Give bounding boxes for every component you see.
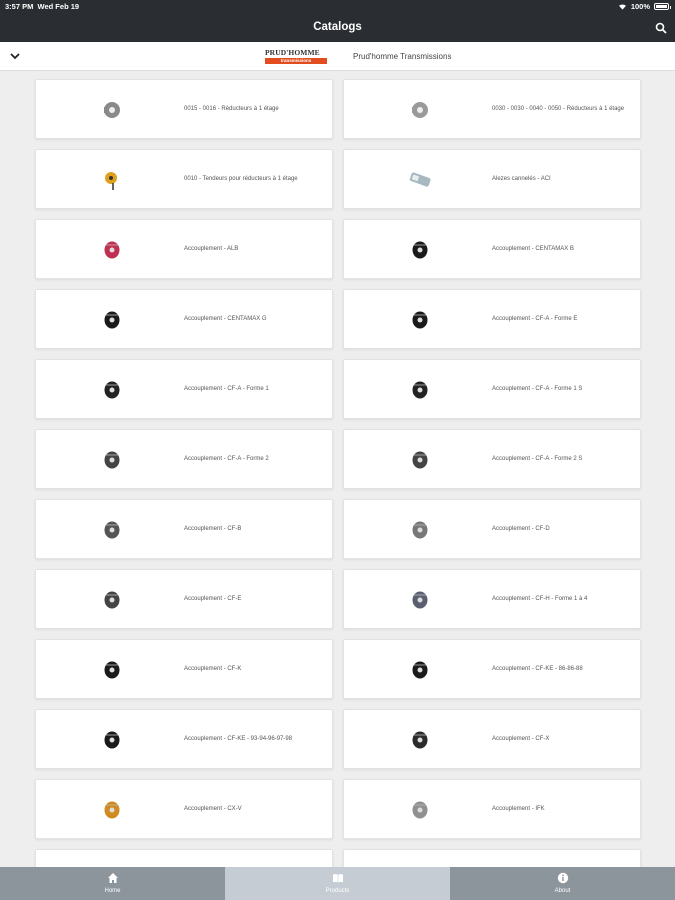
catalog-card[interactable]: Accouplement - CF-K [35, 639, 333, 699]
coupling-icon [412, 241, 428, 259]
tab-home[interactable]: Home [0, 867, 225, 900]
tab-about[interactable]: About [450, 867, 675, 900]
catalog-card-label: Accouplement - IFK [492, 806, 545, 812]
catalog-card-label: Accouplement - CENTAMAX B [492, 246, 574, 252]
coupling-icon [412, 381, 428, 399]
coupling-icon [104, 801, 120, 819]
coupling-icon [104, 311, 120, 329]
catalog-card-label: Accouplement - CF-A - Forme 1 S [492, 386, 583, 392]
catalog-card[interactable]: Accouplement - CF-A - Forme 1 [35, 359, 333, 419]
catalog-card[interactable]: Accouplement - CF-D [343, 499, 641, 559]
catalog-card-label: Accouplement - CF-B [184, 526, 242, 532]
catalog-card-label: Accouplement - CF-K [184, 666, 242, 672]
catalog-card-label: Accouplement - CX-V [184, 806, 242, 812]
brand-name: Prud'homme Transmissions [353, 52, 452, 61]
nav-bar: Catalogs [0, 14, 675, 42]
catalog-card[interactable]: Accouplement - CF-A - Forme 2 S [343, 429, 641, 489]
catalog-card[interactable]: 0015 - 0016 - Réducteurs à 1 étage [35, 79, 333, 139]
catalog-card-label: Accouplement - CF-D [492, 526, 550, 532]
catalog-card[interactable]: Accouplement - CF-H - Forme 1 à 4 [343, 569, 641, 629]
search-icon[interactable] [655, 22, 667, 34]
catalog-card-label: 0010 - Tendeurs pour réducteurs à 1 étag… [184, 176, 298, 182]
coupling-icon [412, 661, 428, 679]
coupling-icon [412, 521, 428, 539]
wifi-icon [618, 4, 626, 10]
catalog-card[interactable]: Accouplement - CF-KE - 93-94-96-97-98 [35, 709, 333, 769]
tab-products[interactable]: Products [225, 867, 450, 900]
logo-band: transmissions [265, 58, 327, 64]
catalog-card-label: Accouplement - CF-H - Forme 1 à 4 [492, 596, 588, 602]
catalog-card[interactable]: 0010 - Tendeurs pour réducteurs à 1 étag… [35, 149, 333, 209]
catalog-card[interactable]: Alezes cannelés - ACI [343, 149, 641, 209]
tab-bar: Home Products About [0, 867, 675, 900]
catalog-card-label: Accouplement - CF-A - Forme 2 S [492, 456, 583, 462]
catalog-card-label: Accouplement - CF-A - Forme E [492, 316, 578, 322]
gear-reducer-icon [104, 102, 120, 118]
coupling-icon [104, 381, 120, 399]
catalog-card[interactable]: Accouplement - CF-E [35, 569, 333, 629]
info-icon [557, 872, 568, 884]
catalog-card-label: Accouplement - ALB [184, 246, 239, 252]
catalog-card[interactable]: Accouplement - CF-KE - 86-86-88 [343, 639, 641, 699]
catalog-card[interactable]: Accouplement - CF-B [35, 499, 333, 559]
catalog-card-label: Accouplement - CF-KE - 86-86-88 [492, 666, 583, 672]
book-icon [332, 874, 343, 883]
catalog-card[interactable]: Accouplement - IFK [343, 779, 641, 839]
catalog-card[interactable]: Accouplement - CENTAMAX G [35, 289, 333, 349]
tab-about-label: About [554, 888, 571, 894]
home-icon [107, 873, 118, 883]
coupling-icon [104, 591, 120, 609]
coupling-icon [104, 731, 120, 749]
catalog-card-label: Accouplement - CENTAMAX G [184, 316, 267, 322]
catalog-card-label: Alezes cannelés - ACI [492, 176, 551, 182]
tensioner-icon [105, 172, 117, 190]
gear-reducer-icon [412, 102, 428, 118]
coupling-icon [104, 661, 120, 679]
coupling-icon [412, 591, 428, 609]
brand-logo: PRUD'HOMME transmissions [265, 48, 327, 66]
splined-shaft-icon [409, 172, 431, 187]
status-indicators: 100% [618, 2, 671, 11]
coupling-icon [104, 241, 120, 259]
tab-home-label: Home [104, 888, 121, 894]
catalog-card-label: 0015 - 0016 - Réducteurs à 1 étage [184, 106, 279, 112]
catalog-card[interactable]: Accouplement - CF-A - Forme 2 [35, 429, 333, 489]
catalog-card-label: Accouplement - CF-A - Forme 1 [184, 386, 269, 392]
catalog-card-label: Accouplement - CF-KE - 93-94-96-97-98 [184, 736, 293, 742]
brand-bar: PRUD'HOMME transmissions Prud'homme Tran… [0, 42, 675, 71]
catalog-card[interactable]: Accouplement - CF-A - Forme E [343, 289, 641, 349]
battery-icon [654, 3, 671, 10]
catalog-card[interactable]: Accouplement - CX-V [35, 779, 333, 839]
logo-text: PRUD'HOMME [265, 48, 320, 57]
catalog-card-label: Accouplement - CF-A - Forme 2 [184, 456, 269, 462]
coupling-icon [412, 731, 428, 749]
catalog-card[interactable]: Accouplement - ALB [35, 219, 333, 279]
battery-percent: 100% [630, 2, 650, 11]
catalog-card[interactable]: 0030 - 0030 - 0040 - 0050 - Réducteurs à… [343, 79, 641, 139]
coupling-icon [104, 451, 120, 469]
tab-products-label: Products [325, 888, 350, 894]
catalog-card[interactable]: Accouplement - CENTAMAX B [343, 219, 641, 279]
coupling-icon [412, 451, 428, 469]
status-bar: 3:57 PM Wed Feb 19 100% [0, 0, 675, 14]
catalog-card[interactable]: Accouplement - CF-A - Forme 1 S [343, 359, 641, 419]
coupling-icon [104, 521, 120, 539]
catalog-card-label: 0030 - 0030 - 0040 - 0050 - Réducteurs à… [492, 106, 625, 112]
status-time: 3:57 PM Wed Feb 19 [5, 2, 80, 11]
page-title: Catalogs [313, 21, 362, 33]
coupling-icon [412, 311, 428, 329]
catalog-card-label: Accouplement - CF-X [492, 736, 550, 742]
catalog-card-label: Accouplement - CF-E [184, 596, 242, 602]
catalog-card[interactable]: Accouplement - CF-X [343, 709, 641, 769]
chevron-down-icon[interactable] [9, 51, 21, 61]
coupling-icon [412, 801, 428, 819]
